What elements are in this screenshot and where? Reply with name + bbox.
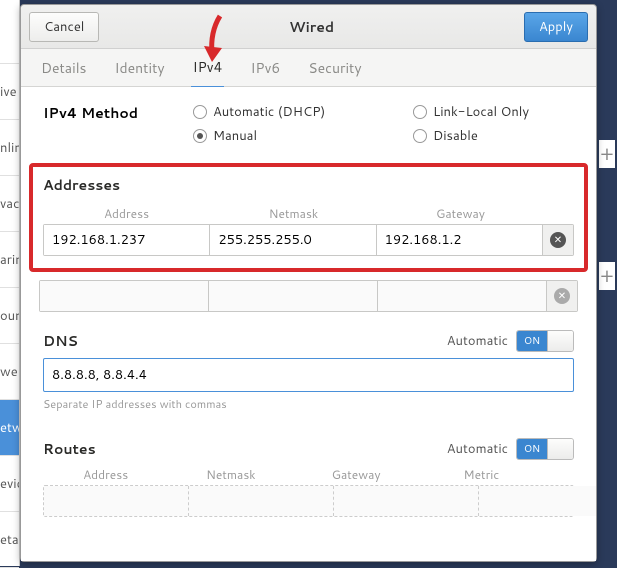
routes-automatic-toggle[interactable]: ON <box>516 438 574 460</box>
tab-security[interactable]: Security <box>306 49 363 87</box>
col-netmask: Netmask <box>210 205 377 222</box>
tab-identity[interactable]: Identity <box>113 49 167 87</box>
route-gateway-input[interactable] <box>334 486 479 516</box>
col-netmask: Netmask <box>168 466 293 483</box>
settings-sidebar: ive nlin vac arin oun we etw evic etail <box>0 0 20 566</box>
dialog-header: Cancel Wired Apply <box>21 5 596 49</box>
address-row-empty: ✕ <box>39 280 578 312</box>
routes-title: Routes <box>43 439 96 459</box>
netmask-input[interactable] <box>209 281 378 311</box>
radio-link-local[interactable]: Link-Local Only <box>413 103 573 121</box>
dns-automatic-label: Automatic <box>447 332 508 350</box>
col-metric: Metric <box>419 466 544 483</box>
network-settings-dialog: Cancel Wired Apply Details Identity IPv4… <box>20 4 597 562</box>
close-icon: ✕ <box>550 232 566 248</box>
route-row: ✕ <box>43 485 574 517</box>
radio-disable[interactable]: Disable <box>413 127 573 145</box>
address-input[interactable] <box>44 225 210 255</box>
col-gateway: Gateway <box>377 205 544 222</box>
tab-details[interactable]: Details <box>39 49 89 87</box>
routes-automatic-label: Automatic <box>447 440 508 458</box>
close-icon: ✕ <box>554 288 570 304</box>
col-address: Address <box>43 466 168 483</box>
gateway-input[interactable] <box>378 281 547 311</box>
dialog-content: IPv4 Method Automatic (DHCP) Link-Local … <box>21 87 596 561</box>
plus-icon[interactable]: + <box>599 140 615 168</box>
cancel-button[interactable]: Cancel <box>29 12 99 42</box>
dns-hint: Separate IP addresses with commas <box>43 396 574 412</box>
tab-ipv4[interactable]: IPv4 <box>191 48 225 89</box>
col-address: Address <box>43 205 210 222</box>
apply-button[interactable]: Apply <box>524 12 588 42</box>
address-input[interactable] <box>40 281 209 311</box>
dns-title: DNS <box>43 331 78 351</box>
radio-automatic-dhcp[interactable]: Automatic (DHCP) <box>193 103 353 121</box>
addresses-highlight: Addresses Address Netmask Gateway ✕ <box>29 163 588 272</box>
dns-servers-input[interactable] <box>43 358 574 392</box>
route-metric-input[interactable] <box>479 486 596 516</box>
dns-automatic-toggle[interactable]: ON <box>516 330 574 352</box>
plus-icon[interactable]: + <box>599 262 615 290</box>
addresses-title: Addresses <box>43 175 574 195</box>
col-gateway: Gateway <box>294 466 419 483</box>
route-address-input[interactable] <box>44 486 189 516</box>
tab-bar: Details Identity IPv4 IPv6 Security <box>21 49 596 87</box>
delete-row-button[interactable]: ✕ <box>543 225 573 255</box>
delete-row-button[interactable]: ✕ <box>547 281 577 311</box>
dialog-title: Wired <box>99 17 524 37</box>
route-netmask-input[interactable] <box>189 486 334 516</box>
radio-manual[interactable]: Manual <box>193 127 353 145</box>
ipv4-method-label: IPv4 Method <box>43 103 193 145</box>
netmask-input[interactable] <box>210 225 376 255</box>
address-row: ✕ <box>43 224 574 256</box>
tab-ipv6[interactable]: IPv6 <box>248 49 282 87</box>
gateway-input[interactable] <box>377 225 543 255</box>
